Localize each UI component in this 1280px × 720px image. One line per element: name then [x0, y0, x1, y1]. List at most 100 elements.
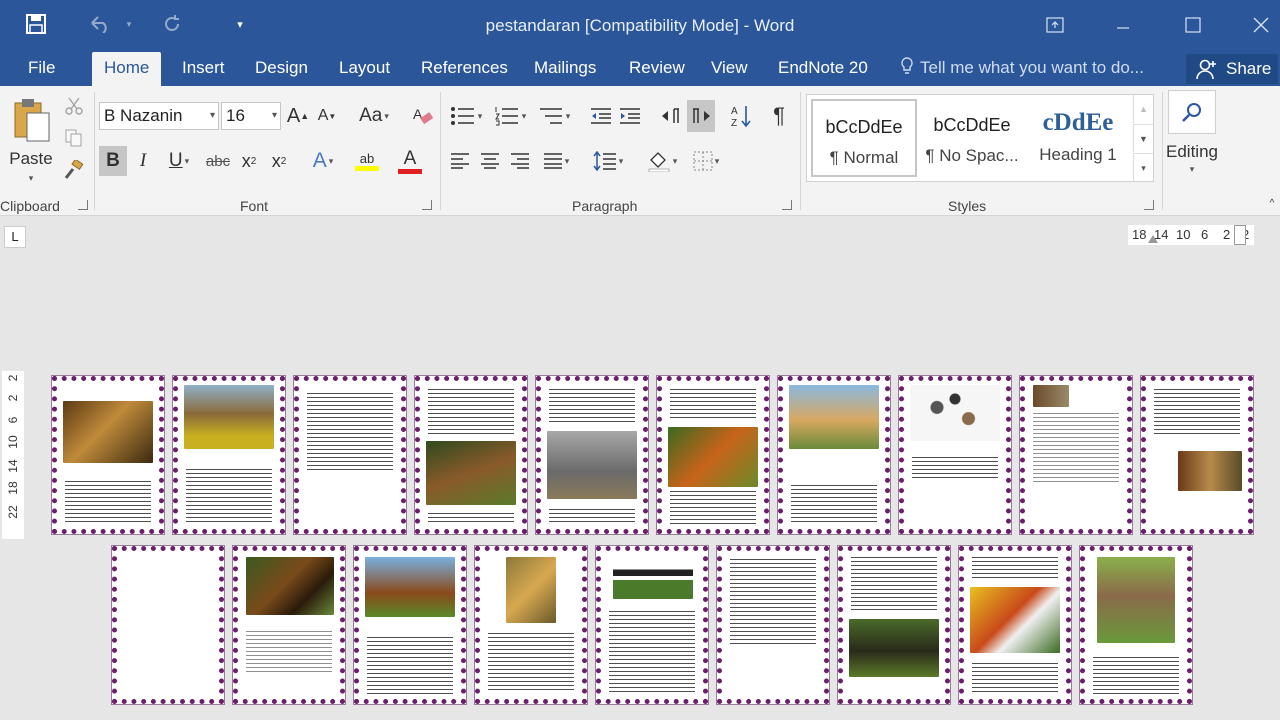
- bullets-button[interactable]: ▾: [446, 102, 486, 130]
- grow-font-button[interactable]: A ▲: [285, 102, 311, 130]
- tab-selector[interactable]: L: [4, 226, 26, 248]
- font-dialog-launcher[interactable]: [422, 200, 432, 210]
- tab-endnote[interactable]: EndNote 20: [766, 52, 880, 86]
- page-thumbnail[interactable]: [475, 546, 587, 704]
- styles-dialog-launcher[interactable]: [1144, 200, 1154, 210]
- left-indent-marker[interactable]: [1148, 235, 1158, 243]
- numbering-button[interactable]: ▾: [490, 102, 530, 130]
- superscript-button[interactable]: x2: [266, 146, 292, 176]
- tab-home[interactable]: Home: [92, 52, 162, 86]
- lion-photo: [63, 401, 153, 463]
- style-normal[interactable]: bCcDdEe ¶ Normal: [811, 99, 917, 177]
- sort-button[interactable]: A Z: [728, 102, 754, 130]
- page-thumbnail[interactable]: [959, 546, 1071, 704]
- share-button[interactable]: Share: [1186, 54, 1278, 84]
- ruler-tick: 18: [1132, 227, 1147, 242]
- page-thumbnail[interactable]: [1020, 376, 1132, 534]
- tell-me-placeholder: Tell me what you want to do...: [920, 58, 1144, 77]
- paste-button[interactable]: Paste ▾: [4, 92, 58, 188]
- subscript-button[interactable]: x2: [236, 146, 262, 176]
- clipboard-dialog-launcher[interactable]: [78, 200, 88, 210]
- page-thumbnail[interactable]: [1141, 376, 1253, 534]
- justify-button[interactable]: ▾: [536, 146, 576, 176]
- paragraph-dialog-launcher[interactable]: [782, 200, 792, 210]
- page-thumbnail[interactable]: [354, 546, 466, 704]
- multilevel-list-button[interactable]: ▾: [534, 102, 574, 130]
- horizontal-ruler[interactable]: 18 14 10 6 2 2: [1128, 225, 1254, 245]
- document-area[interactable]: L 18 14 10 6 2 2 2 2 6 10 14 18 22: [0, 216, 1280, 720]
- font-size-combo[interactable]: 16 ▾: [221, 102, 281, 130]
- tab-references[interactable]: References: [409, 52, 520, 86]
- text-block: [307, 393, 393, 471]
- collapse-ribbon-button[interactable]: ^: [1266, 196, 1278, 210]
- page-thumbnail[interactable]: [838, 546, 950, 704]
- page-thumbnail[interactable]: [657, 376, 769, 534]
- page-thumbnail[interactable]: [1080, 546, 1192, 704]
- cut-button[interactable]: [62, 94, 86, 118]
- page-thumbnail[interactable]: [415, 376, 527, 534]
- shading-button[interactable]: ▾: [642, 146, 682, 176]
- style-heading-1[interactable]: cDdEe Heading 1: [1025, 99, 1131, 177]
- styles-more-button[interactable]: ▾: [1133, 153, 1153, 181]
- clear-formatting-button[interactable]: A: [410, 102, 436, 130]
- style-no-spacing[interactable]: bCcDdEe ¶ No Spac...: [919, 99, 1025, 177]
- page-thumbnail[interactable]: [294, 376, 406, 534]
- right-indent-marker[interactable]: [1234, 225, 1246, 245]
- vertical-ruler[interactable]: 2 2 6 10 14 18 22: [2, 371, 24, 539]
- page-thumbnail[interactable]: [778, 376, 890, 534]
- ltr-direction-button[interactable]: [658, 102, 684, 130]
- tab-review[interactable]: Review: [617, 52, 697, 86]
- tell-me-search[interactable]: Tell me what you want to do...: [900, 52, 1144, 86]
- underline-button[interactable]: U ▾: [160, 146, 198, 176]
- minimize-button[interactable]: [1100, 8, 1146, 42]
- page-thumbnail[interactable]: [173, 376, 285, 534]
- align-center-button[interactable]: [476, 146, 504, 176]
- ribbon-display-options-button[interactable]: [1032, 8, 1078, 42]
- borders-button[interactable]: ▾: [686, 146, 726, 176]
- align-left-button[interactable]: [446, 146, 474, 176]
- text-highlight-button[interactable]: ab: [346, 146, 388, 176]
- shrink-font-button[interactable]: A ▼: [314, 102, 340, 130]
- close-button[interactable]: [1238, 8, 1280, 42]
- decrease-indent-button[interactable]: [588, 102, 614, 130]
- tab-file[interactable]: File: [16, 52, 67, 86]
- increase-indent-button[interactable]: [617, 102, 643, 130]
- format-painter-button[interactable]: [62, 158, 86, 182]
- tab-design[interactable]: Design: [243, 52, 320, 86]
- text-effects-button[interactable]: A ▾: [304, 146, 342, 176]
- paint-bucket-icon: [648, 152, 670, 172]
- maximize-button[interactable]: [1170, 8, 1216, 42]
- page-thumbnail[interactable]: [52, 376, 164, 534]
- page-thumbnail[interactable]: [536, 376, 648, 534]
- page-thumbnail[interactable]: [233, 546, 345, 704]
- italic-button[interactable]: I: [132, 146, 154, 176]
- align-right-button[interactable]: [506, 146, 534, 176]
- tab-insert[interactable]: Insert: [170, 52, 237, 86]
- find-button[interactable]: [1168, 90, 1216, 134]
- grow-font-icon: A: [286, 104, 301, 127]
- page-thumbnail[interactable]: [112, 546, 224, 704]
- font-name-combo[interactable]: B Nazanin ▾: [99, 102, 219, 130]
- tab-view[interactable]: View: [699, 52, 760, 86]
- styles-scroll-up-button[interactable]: ▲: [1133, 95, 1153, 123]
- styles-scroll-down-button[interactable]: ▼: [1133, 124, 1153, 152]
- page-thumbnail[interactable]: [596, 546, 708, 704]
- font-color-button[interactable]: A: [390, 146, 430, 176]
- rtl-direction-button[interactable]: [687, 100, 715, 132]
- line-spacing-button[interactable]: ▾: [588, 146, 628, 176]
- editing-button[interactable]: Editing ▾: [1164, 90, 1220, 186]
- text-block: [367, 637, 453, 695]
- show-formatting-button[interactable]: ¶: [766, 102, 792, 130]
- strikethrough-button[interactable]: abc: [203, 146, 233, 176]
- tab-mailings[interactable]: Mailings: [522, 52, 608, 86]
- horse-photo: [365, 557, 455, 617]
- borders-icon: [693, 151, 713, 171]
- bold-button[interactable]: B: [99, 146, 127, 176]
- ribbon-separator: [440, 92, 441, 210]
- page-thumbnail[interactable]: [717, 546, 829, 704]
- page-thumbnail[interactable]: [899, 376, 1011, 534]
- tab-layout[interactable]: Layout: [327, 52, 402, 86]
- font-group-label: Font: [240, 198, 269, 214]
- copy-button[interactable]: [62, 126, 86, 150]
- change-case-button[interactable]: Aa ▾: [354, 102, 394, 130]
